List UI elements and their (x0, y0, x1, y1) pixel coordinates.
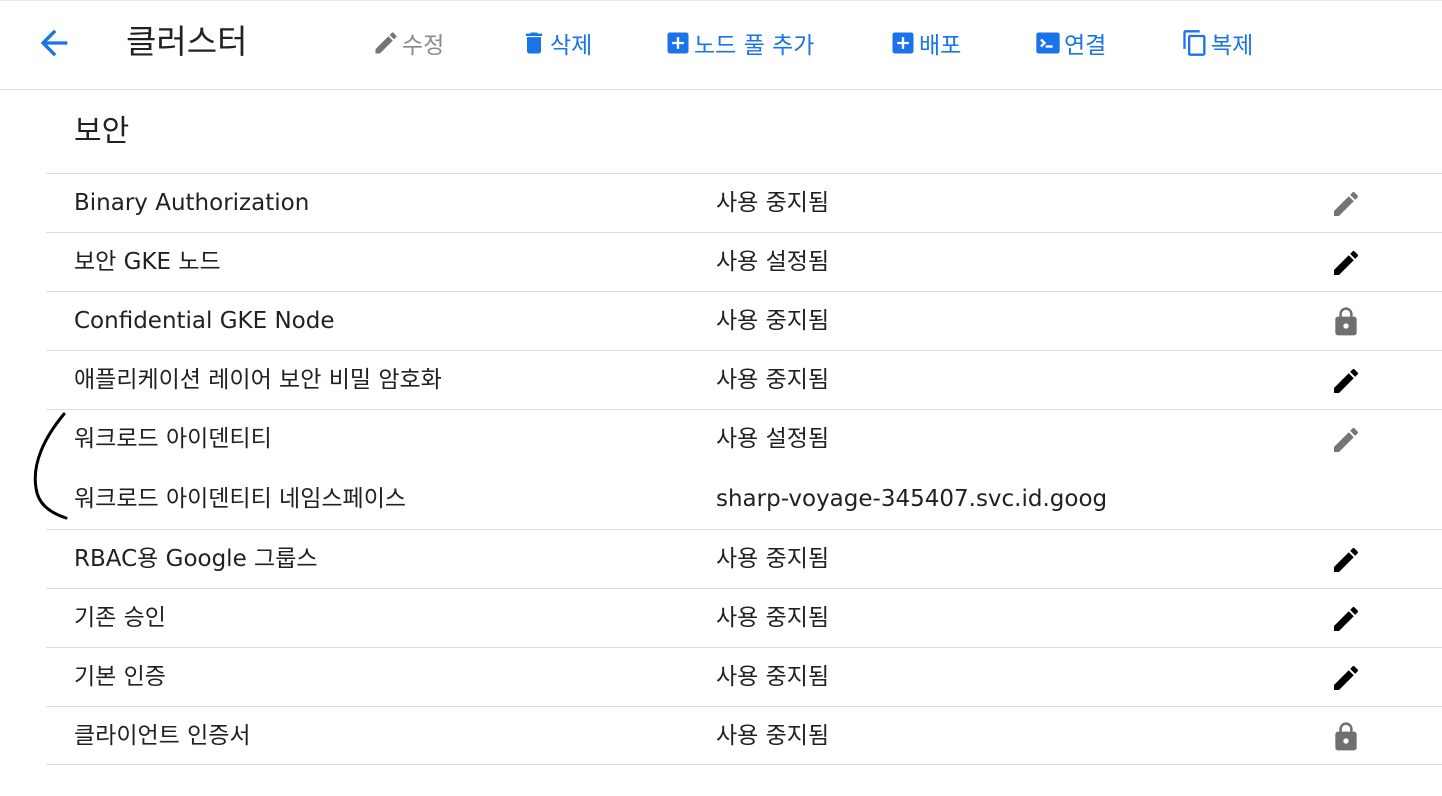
row-label: Confidential GKE Node (74, 308, 335, 334)
row-value: 사용 중지됨 (716, 546, 830, 572)
row-value: 사용 중지됨 (716, 605, 830, 631)
lock-icon (1330, 306, 1362, 338)
edit-icon[interactable] (1330, 424, 1362, 456)
row-sub-value: sharp-voyage-345407.svc.id.goog (716, 486, 1108, 512)
copy-icon (1181, 29, 1209, 57)
duplicate-button[interactable]: 복제 (1181, 25, 1253, 61)
row-label: Binary Authorization (74, 190, 310, 216)
row-label: RBAC용 Google 그룹스 (74, 546, 318, 572)
edit-icon[interactable] (1330, 603, 1362, 635)
table-row: Binary Authorization 사용 중지됨 (46, 173, 1442, 232)
delete-button-label: 삭제 (550, 33, 593, 59)
row-label: 클라이언트 인증서 (74, 723, 251, 749)
trash-icon (520, 29, 548, 57)
delete-button[interactable]: 삭제 (520, 25, 592, 61)
table-row: RBAC용 Google 그룹스 사용 중지됨 (46, 529, 1442, 588)
edit-icon[interactable] (1330, 188, 1362, 220)
table-row: 워크로드 아이덴티티 사용 설정됨 워크로드 아이덴티티 네임스페이스 shar… (46, 409, 1442, 529)
row-label: 워크로드 아이덴티티 (74, 426, 272, 452)
row-label: 기본 인증 (74, 664, 166, 690)
table-row: 애플리케이션 레이어 보안 비밀 암호화 사용 중지됨 (46, 350, 1442, 409)
arrow-back-icon (40, 29, 68, 57)
page-title: 클러스터 (126, 22, 248, 61)
security-table: Binary Authorization 사용 중지됨 보안 GKE 노드 사용… (46, 173, 1442, 765)
table-row: 기존 승인 사용 중지됨 (46, 588, 1442, 647)
top-toolbar: 클러스터 수정 삭제 노드 풀 추가 배포 연결 복제 (0, 0, 1442, 90)
row-value: 사용 중지됨 (716, 308, 830, 334)
row-value: 사용 설정됨 (716, 426, 830, 452)
add-node-pool-button[interactable]: 노드 풀 추가 (664, 25, 814, 61)
connect-button[interactable]: 연결 (1034, 25, 1106, 61)
add-box-icon (664, 29, 692, 57)
edit-icon[interactable] (1330, 662, 1362, 694)
table-row: 클라이언트 인증서 사용 중지됨 (46, 706, 1442, 765)
row-value: 사용 설정됨 (716, 249, 830, 275)
edit-button[interactable]: 수정 (372, 25, 444, 61)
row-value: 사용 중지됨 (716, 723, 830, 749)
edit-icon[interactable] (1330, 365, 1362, 397)
row-label: 보안 GKE 노드 (74, 249, 221, 275)
add-box-icon (889, 29, 917, 57)
connect-button-label: 연결 (1064, 33, 1107, 59)
edit-icon[interactable] (1330, 544, 1362, 576)
deploy-button[interactable]: 배포 (889, 25, 961, 61)
row-value: 사용 중지됨 (716, 190, 830, 216)
deploy-button-label: 배포 (919, 33, 962, 59)
handdrawn-bracket-annotation (33, 412, 68, 520)
back-button[interactable] (34, 23, 74, 63)
row-label: 기존 승인 (74, 605, 166, 631)
row-value: 사용 중지됨 (716, 664, 830, 690)
add-node-pool-label: 노드 풀 추가 (694, 33, 815, 59)
table-row: 기본 인증 사용 중지됨 (46, 647, 1442, 706)
table-row: 보안 GKE 노드 사용 설정됨 (46, 232, 1442, 291)
edit-icon[interactable] (1330, 247, 1362, 279)
pencil-icon (372, 29, 400, 57)
row-value: 사용 중지됨 (716, 367, 830, 393)
edit-button-label: 수정 (402, 33, 445, 59)
duplicate-button-label: 복제 (1211, 33, 1254, 59)
table-row: Confidential GKE Node 사용 중지됨 (46, 291, 1442, 350)
row-label: 애플리케이션 레이어 보안 비밀 암호화 (74, 367, 442, 393)
section-title: 보안 (74, 114, 130, 149)
row-sub-label: 워크로드 아이덴티티 네임스페이스 (74, 486, 407, 512)
lock-icon (1330, 721, 1362, 753)
terminal-icon (1034, 29, 1062, 57)
